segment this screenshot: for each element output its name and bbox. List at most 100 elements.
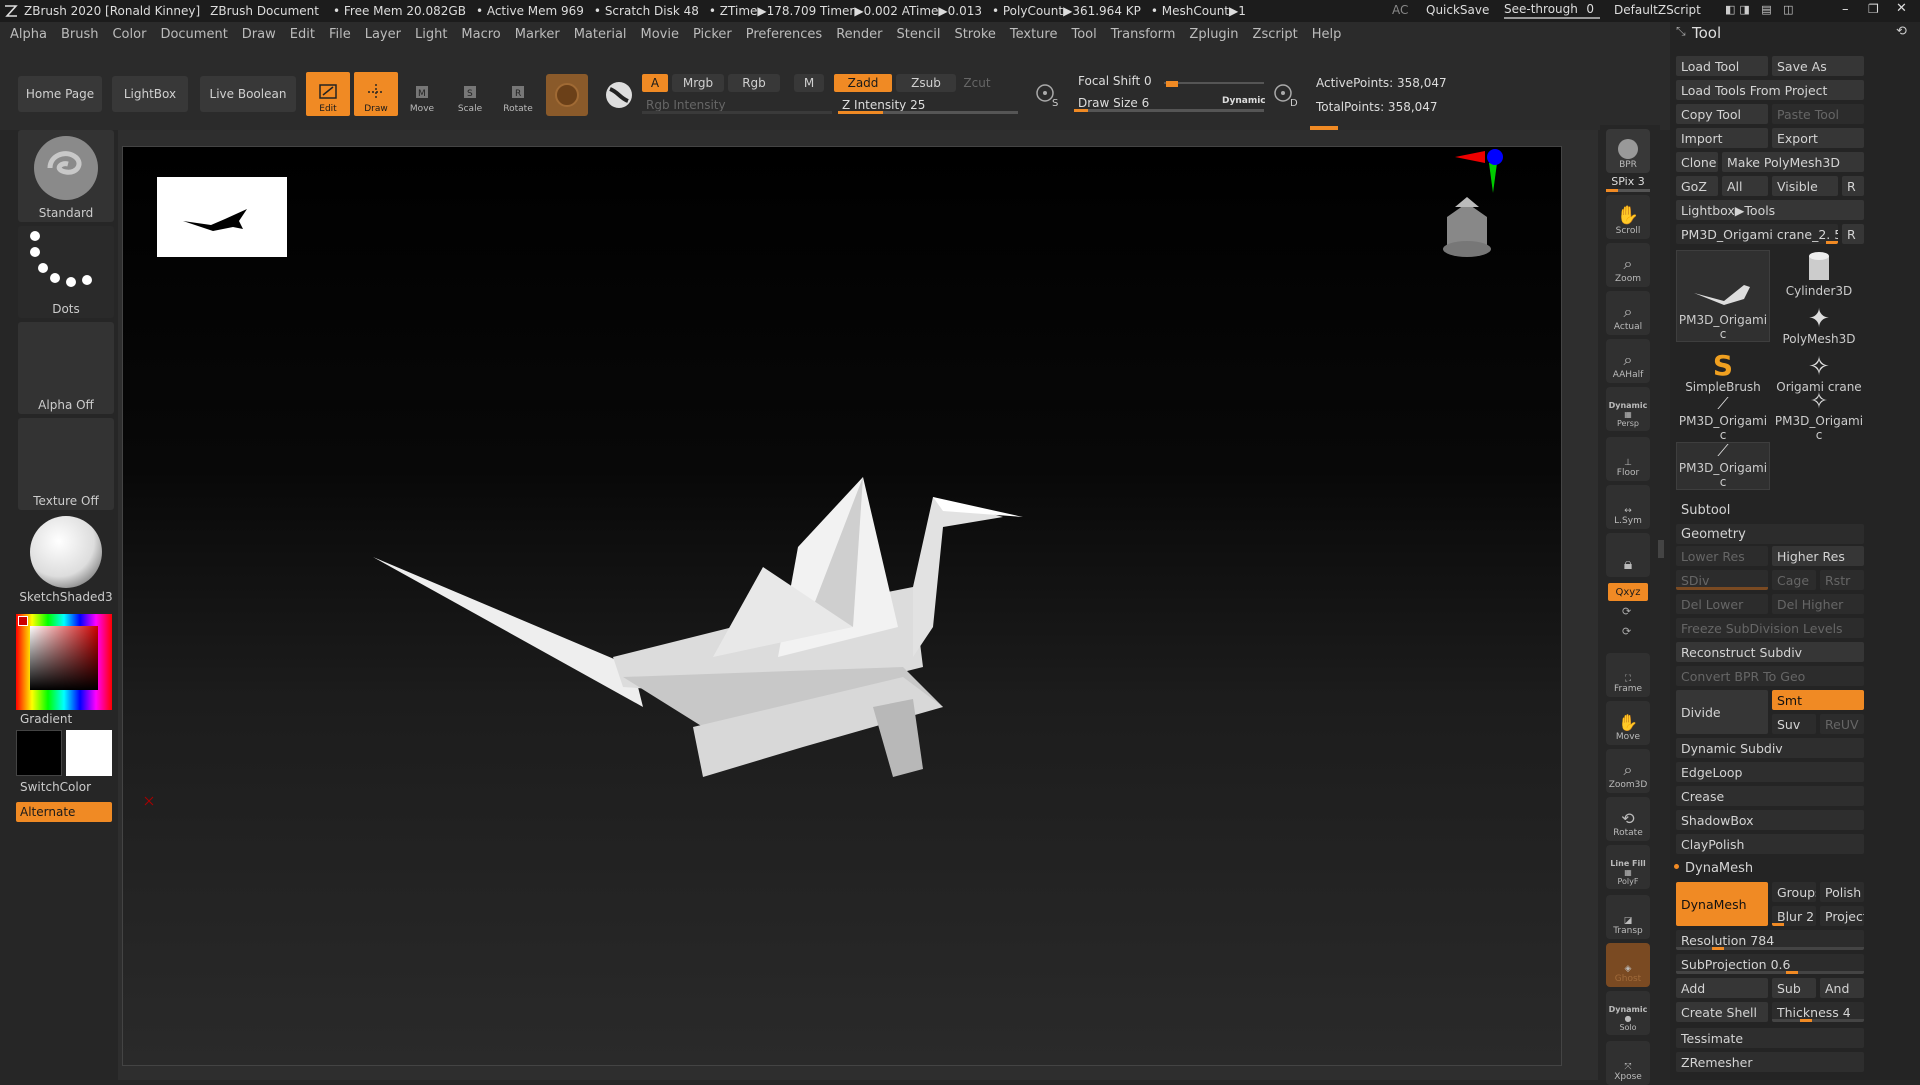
z-rotate-icon[interactable]: ⟳ (1622, 625, 1631, 638)
current-tool-r-button[interactable]: R (1842, 224, 1864, 244)
texture-swatch[interactable] (598, 74, 640, 116)
sub-button[interactable]: Sub (1772, 978, 1816, 998)
menu-zscript[interactable]: Zscript (1253, 27, 1298, 42)
a-toggle[interactable]: A (642, 74, 668, 92)
texture-picker[interactable]: Texture Off (18, 418, 114, 510)
gradient-label[interactable]: Gradient (20, 712, 72, 726)
higher-res-button[interactable]: Higher Res (1772, 546, 1864, 566)
export-button[interactable]: Export (1772, 128, 1864, 148)
subtool-section[interactable]: Subtool (1676, 500, 1864, 520)
polyf-button[interactable]: Line Fill ▦ PolyF (1606, 845, 1650, 889)
see-through-slider[interactable]: See-through 0 (1504, 2, 1600, 19)
secondary-color-swatch[interactable] (66, 730, 112, 776)
menu-render[interactable]: Render (836, 27, 882, 42)
import-button[interactable]: Import (1676, 128, 1768, 148)
menu-edit[interactable]: Edit (290, 27, 315, 42)
origami-crane-model[interactable] (373, 477, 1173, 877)
stroke-picker[interactable]: Dots (18, 226, 114, 318)
zadd-toggle[interactable]: Zadd (834, 74, 892, 92)
reconstruct-subdiv-button[interactable]: Reconstruct Subdiv (1676, 642, 1864, 662)
divide-button[interactable]: Divide (1676, 690, 1768, 734)
orientation-cube-icon[interactable] (1433, 187, 1503, 267)
minimize-icon[interactable]: – (1842, 2, 1849, 17)
xpose-button[interactable]: ⤧ Xpose (1606, 1041, 1650, 1085)
zoom-button[interactable]: ⌕ Zoom (1606, 243, 1650, 287)
subprojection-slider[interactable]: SubProjection 0.6 (1676, 954, 1864, 974)
goz-button[interactable]: GoZ (1676, 176, 1718, 196)
polish-toggle[interactable]: Polish (1820, 882, 1864, 902)
edgeloop-section[interactable]: EdgeLoop (1676, 762, 1864, 782)
quicksave-button[interactable]: QuickSave (1426, 3, 1489, 17)
rotate-view-button[interactable]: ⟲ Rotate (1606, 797, 1650, 841)
navigation-thumbnail[interactable] (157, 177, 287, 257)
menu-help[interactable]: Help (1312, 27, 1342, 42)
paste-tool-button[interactable]: Paste Tool (1772, 104, 1864, 124)
create-shell-button[interactable]: Create Shell (1676, 1002, 1768, 1022)
material-swatch[interactable] (546, 74, 588, 116)
menu-tool[interactable]: Tool (1071, 27, 1096, 42)
focal-shift-slider[interactable]: Focal Shift 0 (1074, 72, 1264, 90)
make-polymesh3d-button[interactable]: Make PolyMesh3D (1722, 152, 1864, 172)
menu-stroke[interactable]: Stroke (954, 27, 995, 42)
zcut-toggle[interactable]: Zcut (962, 74, 992, 92)
rgb-toggle[interactable]: Rgb (728, 74, 780, 92)
load-tool-button[interactable]: Load Tool (1676, 56, 1768, 76)
window-menu-icon[interactable]: ◧◨ ▤ ◫ (1725, 3, 1798, 16)
groups-toggle[interactable]: Groups (1772, 882, 1816, 902)
tray-divider-handle[interactable] (1658, 540, 1664, 558)
aahalf-button[interactable]: ⌕ AAHalf (1606, 339, 1650, 383)
z-intensity-slider[interactable]: Z Intensity 25 (838, 96, 1018, 114)
menu-zplugin[interactable]: Zplugin (1189, 27, 1238, 42)
save-as-button[interactable]: Save As (1772, 56, 1864, 76)
zoom3d-button[interactable]: ⌕ Zoom3D (1606, 749, 1650, 793)
dynamic-subdiv-section[interactable]: Dynamic Subdiv (1676, 738, 1864, 758)
primary-color-swatch[interactable] (16, 730, 62, 776)
draw-mode-button[interactable]: Draw (354, 72, 398, 116)
menu-movie[interactable]: Movie (641, 27, 679, 42)
tool-thumb-pm3d-1[interactable]: PM3D_Origami c (1676, 250, 1770, 342)
rstr-button[interactable]: Rstr (1820, 570, 1864, 590)
all-button[interactable]: All (1722, 176, 1768, 196)
clone-button[interactable]: Clone (1676, 152, 1718, 172)
menu-file[interactable]: File (329, 27, 351, 42)
crease-section[interactable]: Crease (1676, 786, 1864, 806)
menu-document[interactable]: Document (160, 27, 227, 42)
visible-button[interactable]: Visible (1772, 176, 1838, 196)
solo-button[interactable]: Dynamic ● Solo (1606, 991, 1650, 1035)
spix-slider[interactable]: SPix 3 (1606, 175, 1650, 192)
reuv-toggle[interactable]: ReUV (1820, 714, 1864, 734)
blur-slider[interactable]: Blur 2 (1772, 906, 1816, 926)
restore-icon[interactable]: ❐ (1868, 2, 1879, 16)
document-viewport[interactable] (122, 146, 1562, 1066)
cage-button[interactable]: Cage (1772, 570, 1816, 590)
move-view-button[interactable]: ✋ Move (1606, 701, 1650, 745)
lightbox-button[interactable]: LightBox (112, 76, 188, 112)
ghost-button[interactable]: ◈ Ghost (1606, 943, 1650, 987)
current-tool-slider[interactable]: PM3D_Origami crane_2. 51 (1676, 224, 1838, 244)
scale-mode-button[interactable]: S Scale (450, 72, 490, 116)
smt-toggle[interactable]: Smt (1772, 690, 1864, 710)
convert-bpr-button[interactable]: Convert BPR To Geo (1676, 666, 1864, 686)
move-mode-button[interactable]: M Move (402, 72, 442, 116)
close-icon[interactable]: ✕ (1896, 1, 1907, 16)
default-zscript-button[interactable]: DefaultZScript (1614, 3, 1701, 17)
project-toggle[interactable]: Project (1820, 906, 1864, 926)
goz-r-button[interactable]: R (1842, 176, 1864, 196)
menu-preferences[interactable]: Preferences (746, 27, 822, 42)
thickness-slider[interactable]: Thickness 4 (1772, 1002, 1864, 1022)
menu-layer[interactable]: Layer (365, 27, 401, 42)
tool-thumb-cylinder3d[interactable]: Cylinder3D (1772, 250, 1866, 298)
freeze-subdivision-button[interactable]: Freeze SubDivision Levels (1676, 618, 1864, 638)
tessimate-section[interactable]: Tessimate (1676, 1028, 1864, 1048)
geometry-section[interactable]: Geometry (1676, 524, 1864, 544)
transp-button[interactable]: ◪ Transp (1606, 895, 1650, 939)
dynamesh-section[interactable]: DynaMesh (1680, 858, 1864, 878)
tool-thumb-pm3d-4[interactable]: ⟋ PM3D_Origami c (1676, 441, 1770, 490)
pin-icon[interactable]: ⤡ (1676, 24, 1686, 39)
menu-draw[interactable]: Draw (242, 27, 276, 42)
live-boolean-button[interactable]: Live Boolean (200, 76, 296, 112)
alternate-button[interactable]: Alternate (16, 802, 112, 822)
menu-texture[interactable]: Texture (1010, 27, 1058, 42)
floor-button[interactable]: ⊥ Floor (1606, 437, 1650, 481)
copy-tool-button[interactable]: Copy Tool (1676, 104, 1768, 124)
